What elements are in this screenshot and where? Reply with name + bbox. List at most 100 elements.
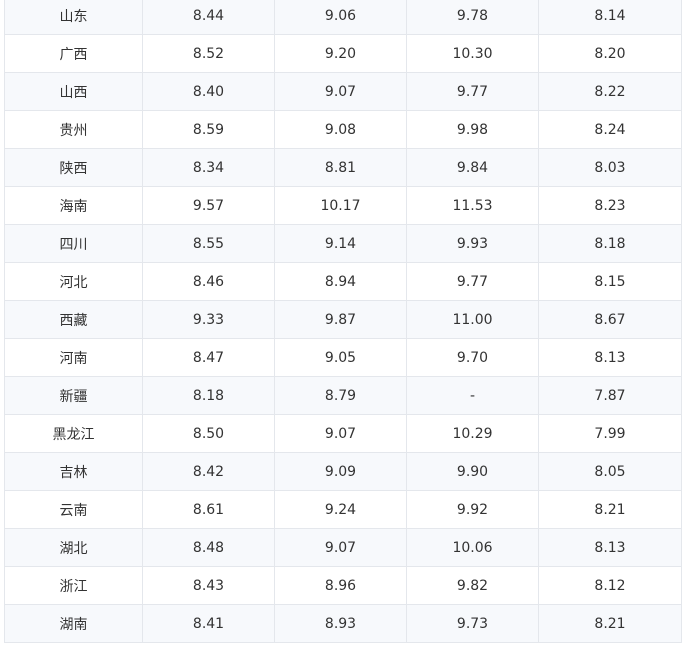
- value-cell: 8.67: [538, 300, 682, 339]
- table-row: 湖南 8.41 8.93 9.73 8.21: [4, 604, 682, 643]
- value-cell: 8.40: [142, 72, 275, 111]
- province-cell: 海南: [4, 186, 143, 225]
- province-cell: 浙江: [4, 566, 143, 605]
- value-cell: 9.77: [406, 72, 539, 111]
- table-row: 陕西 8.34 8.81 9.84 8.03: [4, 148, 682, 187]
- value-cell: 8.79: [274, 376, 407, 415]
- table-row: 贵州 8.59 9.08 9.98 8.24: [4, 110, 682, 149]
- value-cell: 9.33: [142, 300, 275, 339]
- value-cell: 8.48: [142, 528, 275, 567]
- value-cell: 8.55: [142, 224, 275, 263]
- value-cell: 8.24: [538, 110, 682, 149]
- value-cell: 9.92: [406, 490, 539, 529]
- value-cell: 9.70: [406, 338, 539, 377]
- value-cell: 9.20: [274, 34, 407, 73]
- province-cell: 贵州: [4, 110, 143, 149]
- table-row: 云南 8.61 9.24 9.92 8.21: [4, 490, 682, 529]
- value-cell: 8.13: [538, 338, 682, 377]
- table-row: 新疆 8.18 8.79 - 7.87: [4, 376, 682, 415]
- province-cell: 广西: [4, 34, 143, 73]
- value-cell: 8.93: [274, 604, 407, 643]
- value-cell: 9.14: [274, 224, 407, 263]
- value-cell: 9.98: [406, 110, 539, 149]
- province-cell: 新疆: [4, 376, 143, 415]
- price-table-container: 山东 8.44 9.06 9.78 8.14 广西 8.52 9.20 10.3…: [4, 0, 682, 643]
- value-cell: 9.07: [274, 414, 407, 453]
- value-cell: 9.87: [274, 300, 407, 339]
- value-cell: 8.43: [142, 566, 275, 605]
- value-cell: 8.42: [142, 452, 275, 491]
- value-cell: 9.73: [406, 604, 539, 643]
- value-cell: 9.07: [274, 528, 407, 567]
- value-cell: 9.24: [274, 490, 407, 529]
- value-cell: 8.44: [142, 0, 275, 35]
- value-cell: 9.57: [142, 186, 275, 225]
- table-row: 广西 8.52 9.20 10.30 8.20: [4, 34, 682, 73]
- value-cell: 8.15: [538, 262, 682, 301]
- value-cell: 8.05: [538, 452, 682, 491]
- value-cell: 8.59: [142, 110, 275, 149]
- province-cell: 山西: [4, 72, 143, 111]
- table-row: 河北 8.46 8.94 9.77 8.15: [4, 262, 682, 301]
- value-cell: 11.00: [406, 300, 539, 339]
- value-cell: 8.47: [142, 338, 275, 377]
- value-cell: 8.12: [538, 566, 682, 605]
- value-cell: 8.81: [274, 148, 407, 187]
- table-row: 黑龙江 8.50 9.07 10.29 7.99: [4, 414, 682, 453]
- price-table: 山东 8.44 9.06 9.78 8.14 广西 8.52 9.20 10.3…: [4, 0, 682, 643]
- value-cell: 10.17: [274, 186, 407, 225]
- table-row: 海南 9.57 10.17 11.53 8.23: [4, 186, 682, 225]
- value-cell: 9.78: [406, 0, 539, 35]
- value-cell: 9.06: [274, 0, 407, 35]
- value-cell: 10.29: [406, 414, 539, 453]
- value-cell: 9.77: [406, 262, 539, 301]
- table-row: 湖北 8.48 9.07 10.06 8.13: [4, 528, 682, 567]
- value-cell: 8.52: [142, 34, 275, 73]
- value-cell: 8.20: [538, 34, 682, 73]
- value-cell: 9.09: [274, 452, 407, 491]
- value-cell: 9.82: [406, 566, 539, 605]
- value-cell: 8.21: [538, 604, 682, 643]
- province-cell: 黑龙江: [4, 414, 143, 453]
- province-cell: 河南: [4, 338, 143, 377]
- value-cell: 9.08: [274, 110, 407, 149]
- value-cell: -: [406, 376, 539, 415]
- value-cell: 9.84: [406, 148, 539, 187]
- value-cell: 8.94: [274, 262, 407, 301]
- value-cell: 9.07: [274, 72, 407, 111]
- value-cell: 8.03: [538, 148, 682, 187]
- value-cell: 8.46: [142, 262, 275, 301]
- province-cell: 吉林: [4, 452, 143, 491]
- table-row: 河南 8.47 9.05 9.70 8.13: [4, 338, 682, 377]
- value-cell: 8.61: [142, 490, 275, 529]
- value-cell: 8.18: [538, 224, 682, 263]
- value-cell: 8.21: [538, 490, 682, 529]
- province-cell: 四川: [4, 224, 143, 263]
- table-row: 山东 8.44 9.06 9.78 8.14: [4, 0, 682, 35]
- value-cell: 8.18: [142, 376, 275, 415]
- value-cell: 11.53: [406, 186, 539, 225]
- value-cell: 9.05: [274, 338, 407, 377]
- province-cell: 山东: [4, 0, 143, 35]
- value-cell: 10.06: [406, 528, 539, 567]
- value-cell: 7.99: [538, 414, 682, 453]
- province-cell: 陕西: [4, 148, 143, 187]
- province-cell: 湖北: [4, 528, 143, 567]
- value-cell: 8.34: [142, 148, 275, 187]
- value-cell: 8.41: [142, 604, 275, 643]
- value-cell: 8.22: [538, 72, 682, 111]
- table-row: 西藏 9.33 9.87 11.00 8.67: [4, 300, 682, 339]
- province-cell: 河北: [4, 262, 143, 301]
- table-row: 浙江 8.43 8.96 9.82 8.12: [4, 566, 682, 605]
- value-cell: 9.93: [406, 224, 539, 263]
- value-cell: 9.90: [406, 452, 539, 491]
- value-cell: 8.23: [538, 186, 682, 225]
- value-cell: 10.30: [406, 34, 539, 73]
- value-cell: 8.96: [274, 566, 407, 605]
- value-cell: 8.13: [538, 528, 682, 567]
- province-cell: 西藏: [4, 300, 143, 339]
- province-cell: 云南: [4, 490, 143, 529]
- value-cell: 8.14: [538, 0, 682, 35]
- table-row: 四川 8.55 9.14 9.93 8.18: [4, 224, 682, 263]
- value-cell: 7.87: [538, 376, 682, 415]
